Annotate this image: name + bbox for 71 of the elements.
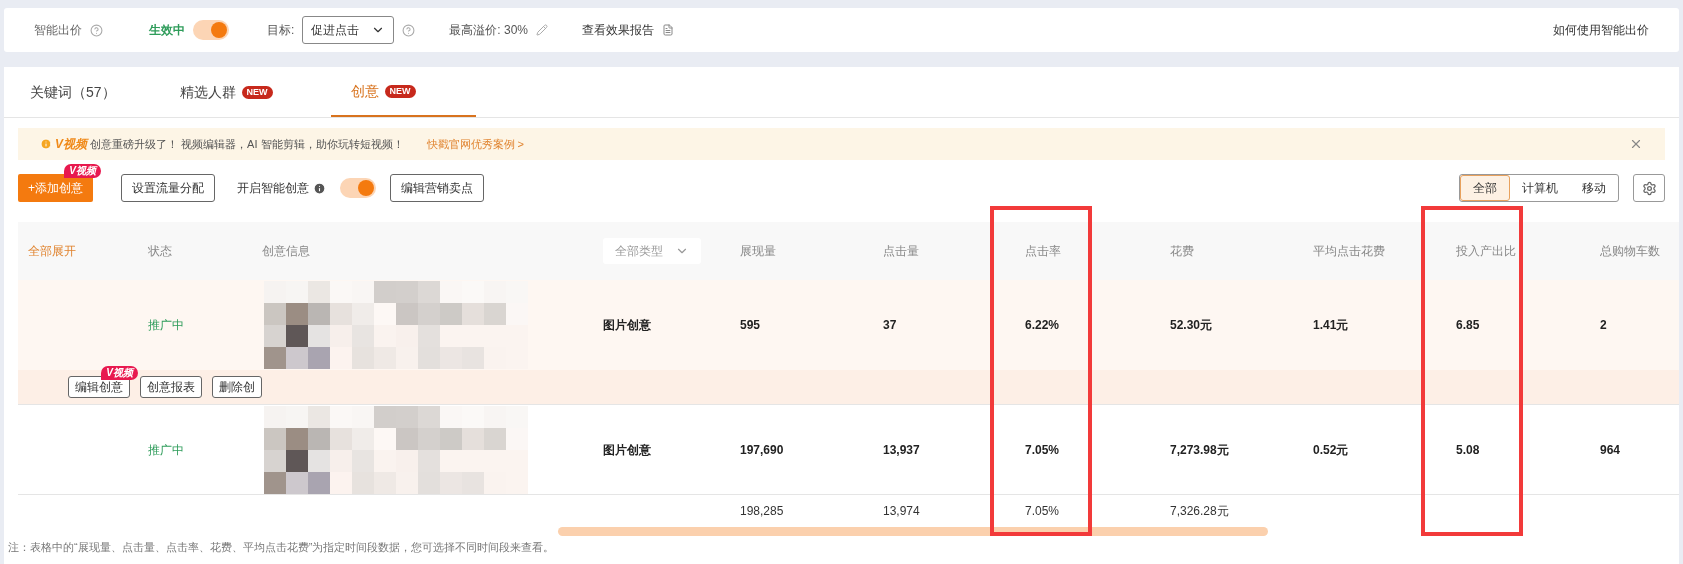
table-cell: 2 [1600,318,1607,332]
scrollbar-thumb[interactable] [558,527,1268,536]
device-tab[interactable]: 计算机 [1510,175,1570,201]
tab[interactable]: 精选人群 NEW [173,67,279,117]
total-cell: 198,285 [740,504,784,518]
table-cell: 7.05% [1025,442,1060,457]
selling-points-button[interactable]: 编辑营销卖点 [390,174,484,202]
notice-text: 创意重磅升级了！ 视频编辑器，AI 智能剪辑，助你玩转短视频！ [90,136,404,152]
column-header: 平均点击花费 [1313,244,1385,258]
tab[interactable]: 关键词（57） [24,67,122,117]
toggle-switch[interactable] [340,178,376,198]
video-tag: V视频 [55,135,87,153]
close-icon[interactable] [1629,137,1643,151]
table-cell: 13,937 [883,442,920,457]
goal-select[interactable]: 促进点击 [302,16,395,44]
table-note: 注：表格中的“展现量、点击量、点击率、花费、平均点击花费”为指定时间段数据，您可选择不同时间段来查看。 [8,540,556,555]
status-text: 推广中 [148,318,184,332]
table-cell: 图片创意 [603,318,651,332]
table-cell: 964 [1600,442,1621,457]
info-icon [313,181,326,195]
table-cell: 6.22% [1025,318,1060,332]
table-cell: 37 [883,318,897,332]
help-link[interactable]: 如何使用智能出价 [1553,21,1649,39]
table-cell: 1.41元 [1313,318,1349,332]
gear-icon [1641,180,1657,196]
smart-bid-label: 智能出价 [34,22,82,39]
column-header: 花费 [1170,244,1194,258]
tab[interactable]: 创意 NEW [330,67,476,117]
total-cell: 7.05% [1025,504,1060,518]
video-badge: V视频 [64,164,101,178]
help-icon[interactable] [90,23,103,37]
settings-button[interactable] [1633,174,1665,202]
pencil-icon[interactable] [536,24,549,36]
table-cell: 5.08 [1456,442,1480,457]
max-premium-text: 最高溢价: 30% [449,22,529,39]
document-icon[interactable] [662,24,675,36]
video-badge: V视频 [101,366,138,380]
column-header: 投入产出比 [1456,244,1516,258]
table-cell: 52.30元 [1170,318,1213,332]
smart-creative-label: 开启智能创意 [237,180,309,197]
column-header: 点击率 [1025,244,1061,258]
table-cell: 7,273.98元 [1170,442,1229,457]
device-tab[interactable]: 全部 [1460,175,1510,201]
column-header: 展现量 [740,244,776,258]
row-action-button[interactable]: 删除创 [212,376,262,398]
toggle-switch[interactable] [193,20,229,40]
status-text: 推广中 [148,442,184,457]
tab-label: 创意 [350,81,379,101]
row-action-button[interactable]: 创意报表 [140,376,202,398]
table-cell: 595 [740,318,761,332]
total-cell: 13,974 [883,504,920,518]
info-icon [40,138,52,150]
table-cell: 6.85 [1456,318,1480,332]
table-cell: 0.52元 [1313,442,1349,457]
table-cell: 197,690 [740,442,784,457]
column-header: 总购物车数 [1600,244,1660,258]
new-badge: NEW [384,84,416,98]
total-cell: 7,326.28元 [1170,504,1229,518]
column-header: 点击量 [883,244,919,258]
goal-label: 目标: [267,22,295,39]
new-badge: NEW [241,85,273,99]
status-text: 生效中 [149,22,185,39]
column-header: 状态 [148,244,172,258]
report-link[interactable]: 查看效果报告 [582,21,655,39]
tab-label: 关键词（57） [30,82,116,102]
column-header: 创意信息 [262,244,310,258]
table-cell: 图片创意 [603,442,651,457]
traffic-allocation-button[interactable]: 设置流量分配 [121,174,215,202]
device-tab[interactable]: 移动 [1570,175,1618,201]
help-icon[interactable] [402,23,416,37]
tab-label: 精选人群 [179,82,236,102]
